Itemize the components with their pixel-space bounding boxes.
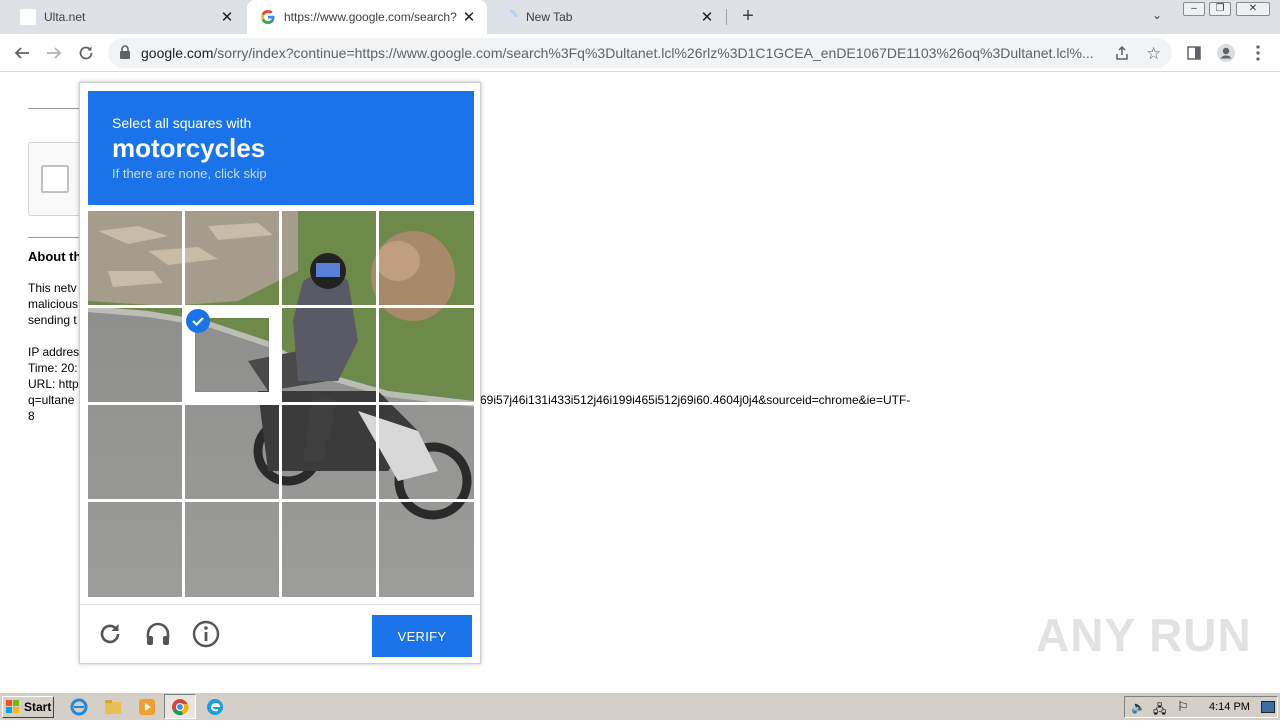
image-tile[interactable]: [282, 405, 376, 499]
image-tile[interactable]: [185, 308, 279, 402]
divider: [28, 237, 84, 238]
windows-logo-icon: [6, 700, 20, 714]
image-tile[interactable]: [379, 405, 474, 499]
google-icon: [260, 9, 276, 25]
image-tile[interactable]: [88, 211, 182, 305]
ip-address-line: IP addres: [28, 345, 80, 359]
image-tile[interactable]: [185, 405, 279, 499]
verify-button[interactable]: VERIFY: [372, 615, 472, 657]
restore-icon[interactable]: ❐: [1209, 2, 1231, 16]
anyrun-watermark: ANY RUN: [1036, 609, 1252, 661]
volume-icon[interactable]: 🔈: [1131, 700, 1146, 714]
tab-new-tab[interactable]: New Tab ✕: [490, 0, 725, 34]
challenge-footer: VERIFY: [80, 604, 480, 664]
url-text[interactable]: google.com/sorry/index?continue=https://…: [141, 45, 1106, 61]
tab-ulta[interactable]: Ulta.net ✕: [0, 0, 245, 34]
profile-avatar-icon[interactable]: [1212, 39, 1240, 67]
image-tile[interactable]: [379, 502, 474, 597]
grid-line: [376, 211, 379, 597]
share-icon[interactable]: [1114, 45, 1130, 66]
url-query-tail: 69i57j46i131i433i512j46i199i465i512j69i6…: [480, 393, 911, 407]
image-tile[interactable]: [379, 308, 474, 402]
action-center-flag-icon[interactable]: ⚐: [1177, 699, 1189, 715]
close-tab-icon[interactable]: ✕: [457, 8, 481, 26]
instruction-text: Select all squares with: [112, 115, 252, 131]
body-line: This netv: [28, 281, 77, 295]
minimize-icon[interactable]: –: [1183, 2, 1205, 16]
network-icon[interactable]: 🖧: [1153, 700, 1166, 721]
star-icon[interactable]: ☆: [1146, 44, 1161, 64]
side-panel-icon[interactable]: [1180, 39, 1208, 67]
lock-icon[interactable]: [119, 45, 131, 64]
media-player-icon[interactable]: [138, 698, 156, 721]
menu-kebab-icon[interactable]: [1244, 39, 1272, 67]
close-tab-icon[interactable]: ✕: [215, 8, 239, 26]
image-tile[interactable]: [185, 211, 279, 305]
image-tile[interactable]: [185, 502, 279, 597]
back-arrow-icon[interactable]: [8, 39, 36, 67]
headphones-icon[interactable]: [143, 619, 173, 649]
file-explorer-icon[interactable]: [104, 698, 122, 721]
recaptcha-checkbox[interactable]: [41, 165, 69, 193]
info-icon[interactable]: [191, 619, 221, 649]
image-tile[interactable]: [88, 405, 182, 499]
tab-title: https://www.google.com/search?q=: [284, 10, 457, 24]
start-button[interactable]: Start: [2, 696, 54, 718]
url-path: /sorry/index?continue=https://www.google…: [213, 45, 1094, 61]
image-tile[interactable]: [88, 308, 182, 402]
chrome-icon: [172, 699, 189, 716]
chevron-down-icon[interactable]: ⌄: [1152, 8, 1162, 22]
page-icon: [20, 9, 36, 25]
challenge-header: Select all squares with motorcycles If t…: [88, 91, 474, 205]
chrome-taskbar-button[interactable]: [164, 694, 196, 719]
image-grid: [88, 211, 474, 597]
url-query-tail-2: 8: [28, 409, 35, 423]
system-tray: 🔈 🖧 ⚐ 4:14 PM: [1124, 696, 1278, 718]
target-object-text: motorcycles: [112, 133, 266, 163]
divider: [28, 108, 84, 109]
show-desktop-icon[interactable]: [1261, 701, 1275, 713]
edge-icon[interactable]: [206, 698, 224, 721]
body-line: malicious: [28, 297, 79, 311]
tab-separator: [726, 9, 727, 25]
tab-title: Ulta.net: [44, 10, 86, 24]
image-tile[interactable]: [282, 502, 376, 597]
loading-spinner-icon: [502, 9, 518, 25]
check-icon: [186, 309, 210, 333]
forward-arrow-icon[interactable]: [40, 39, 68, 67]
image-tile[interactable]: [282, 308, 376, 402]
address-bar[interactable]: google.com/sorry/index?continue=https://…: [108, 38, 1172, 68]
url-host: google.com: [141, 45, 214, 61]
tab-title: New Tab: [526, 10, 573, 24]
tab-google-search[interactable]: https://www.google.com/search?q= ✕: [247, 0, 487, 34]
about-heading: About th: [28, 249, 82, 264]
hint-text: If there are none, click skip: [112, 166, 267, 181]
browser-toolbar: google.com/sorry/index?continue=https://…: [0, 34, 1280, 72]
reload-challenge-icon[interactable]: [95, 619, 125, 649]
reload-icon[interactable]: [72, 39, 100, 67]
tab-strip: Ulta.net ✕ https://www.google.com/search…: [0, 0, 1280, 34]
url-line: URL: http: [28, 377, 79, 391]
time-line: Time: 20:: [28, 361, 78, 375]
internet-explorer-icon[interactable]: [70, 698, 88, 721]
start-label: Start: [24, 700, 52, 714]
grid-line: [88, 402, 474, 405]
close-tab-icon[interactable]: ✕: [695, 8, 719, 26]
windows-taskbar: Start 🔈 🖧 ⚐ 4:14 PM: [0, 692, 1280, 720]
grid-line: [88, 499, 474, 502]
image-tile[interactable]: [282, 211, 376, 305]
close-window-icon[interactable]: ✕: [1236, 2, 1270, 16]
image-tile[interactable]: [88, 502, 182, 597]
image-tile[interactable]: [379, 211, 474, 305]
new-tab-button[interactable]: +: [737, 5, 759, 27]
taskbar-clock: 4:14 PM: [1209, 701, 1250, 713]
body-line: sending t: [28, 313, 77, 327]
url-query-line: q=ultane: [28, 393, 75, 407]
captcha-challenge-dialog: Select all squares with motorcycles If t…: [79, 82, 481, 664]
